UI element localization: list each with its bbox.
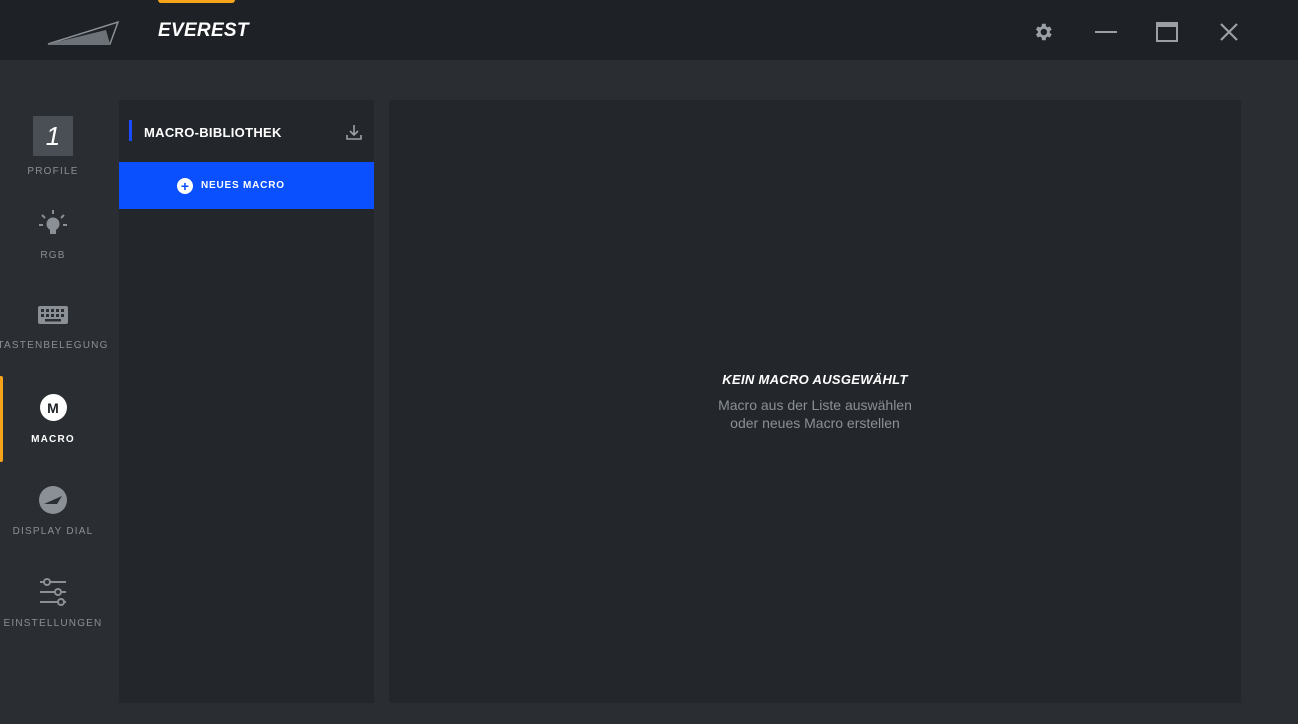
nav-label-profile: PROFILE [27, 166, 79, 177]
nav-item-einstellungen[interactable]: EINSTELLUNGEN [0, 560, 106, 652]
empty-state-line-1: Macro aus der Liste auswählen [718, 397, 912, 413]
new-macro-label: NEUES MACRO [201, 180, 285, 191]
close-icon [1220, 23, 1238, 41]
side-nav: 1 PROFILE RGB TASTENBELEGUNG M MACRO DIS… [0, 100, 109, 652]
app-window: EVEREST 1 PROFILE RGB TASTENBELEGUNG M M… [0, 0, 1298, 724]
nav-label-tastenbelegung: TASTENBELEGUNG [0, 340, 109, 351]
dial-icon [39, 486, 67, 514]
macro-editor-panel: KEIN MACRO AUSGEWÄHLT Macro aus der List… [389, 100, 1241, 703]
empty-state-heading: KEIN MACRO AUSGEWÄHLT [722, 372, 908, 387]
title-accent-tab [158, 0, 235, 3]
nav-item-profile[interactable]: 1 PROFILE [0, 100, 106, 192]
empty-state-line-2: oder neues Macro erstellen [730, 415, 900, 431]
keyboard-icon [38, 306, 68, 324]
nav-label-display-dial: DISPLAY DIAL [12, 526, 94, 537]
nav-label-rgb: RGB [40, 250, 66, 261]
nav-item-display-dial[interactable]: DISPLAY DIAL [0, 468, 106, 560]
sliders-icon [40, 578, 66, 606]
bulb-icon [39, 210, 67, 234]
library-header-accent [129, 120, 132, 141]
gear-icon [1035, 23, 1052, 41]
library-title: MACRO-BIBLIOTHEK [144, 125, 282, 140]
close-button[interactable] [1215, 18, 1243, 46]
new-macro-button[interactable]: + NEUES MACRO [119, 162, 374, 209]
nav-label-macro: MACRO [31, 434, 75, 445]
nav-item-tastenbelegung[interactable]: TASTENBELEGUNG [0, 284, 109, 376]
nav-label-einstellungen: EINSTELLUNGEN [3, 618, 103, 629]
nav-item-macro[interactable]: M MACRO [0, 376, 106, 468]
minimize-icon [1095, 31, 1117, 33]
macro-library-panel: MACRO-BIBLIOTHEK + NEUES MACRO [119, 100, 374, 703]
download-button[interactable] [345, 123, 363, 146]
maximize-button[interactable] [1153, 18, 1181, 46]
macro-icon: M [39, 394, 67, 421]
plus-circle-icon: + [177, 177, 193, 194]
logo-icon [47, 20, 120, 45]
maximize-icon [1156, 22, 1178, 42]
nav-item-rgb[interactable]: RGB [0, 192, 106, 284]
empty-state: KEIN MACRO AUSGEWÄHLT Macro aus der List… [389, 372, 1241, 432]
download-icon [346, 125, 362, 140]
settings-button[interactable] [1029, 18, 1057, 46]
profile-number: 1 [33, 116, 73, 156]
library-header: MACRO-BIBLIOTHEK [119, 100, 374, 162]
app-title: EVEREST [158, 20, 249, 41]
title-bar: EVEREST [0, 0, 1298, 60]
minimize-button[interactable] [1092, 18, 1120, 46]
